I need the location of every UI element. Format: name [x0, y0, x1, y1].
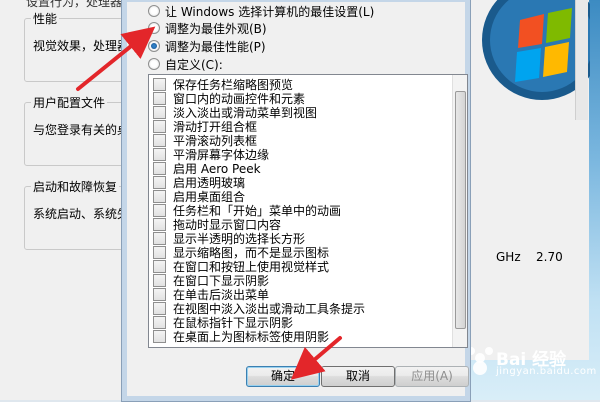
checkbox-icon[interactable]: [153, 92, 166, 105]
option-label: 在窗口和按钮上使用视觉样式: [173, 260, 330, 274]
option-label: 滑动打开组合框: [173, 120, 258, 134]
option-label: 任务栏和「开始」菜单中的动画: [173, 204, 342, 218]
system-properties-window: 设置行为，处理器 性能 视觉效果，处理器计 用户配置文件 与您登录有关的桌 启动…: [0, 0, 141, 400]
radio-best-performance[interactable]: [148, 40, 160, 52]
radio-label-let-windows-choose[interactable]: 让 Windows 选择计算机的最佳设置(L): [165, 3, 374, 20]
option-visual-styles[interactable]: 在窗口和按钮上使用视觉样式: [153, 260, 329, 274]
user-profiles-desc: 与您登录有关的桌: [33, 123, 130, 137]
radio-label-custom[interactable]: 自定义(C):: [165, 56, 223, 73]
option-taskbar-thumbnail[interactable]: 保存任务栏缩略图预览: [153, 78, 293, 92]
option-smooth-fonts[interactable]: 平滑屏幕字体边缘: [153, 148, 269, 162]
startup-desc: 系统启动、系统失: [33, 207, 130, 221]
checkbox-icon[interactable]: [153, 302, 166, 315]
option-label: 窗口内的动画控件和元素: [173, 92, 306, 106]
cpu-ghz-label: GHz: [496, 250, 521, 264]
cut-off-text: 设置行为，处理器: [26, 0, 123, 9]
checkbox-icon[interactable]: [153, 246, 166, 259]
startup-legend: 启动和故障恢复: [31, 178, 120, 195]
option-label: 平滑滚动列表框: [173, 134, 258, 148]
cpu-speed-value: 2.70: [536, 250, 563, 264]
option-label: 淡入淡出或滑动菜单到视图: [173, 106, 318, 120]
option-label: 启用透明玻璃: [173, 176, 246, 190]
checkbox-icon[interactable]: [153, 106, 166, 119]
option-icon-label-shadow[interactable]: 在桌面上为图标标签使用阴影: [153, 330, 329, 344]
checkbox-icon[interactable]: [153, 232, 166, 245]
apply-button[interactable]: 应用(A): [395, 366, 469, 387]
checkbox-icon[interactable]: [153, 204, 166, 217]
option-pointer-shadow[interactable]: 在鼠标指针下显示阴影: [153, 316, 293, 330]
option-aero-peek[interactable]: 启用 Aero Peek: [153, 162, 261, 176]
option-label: 显示缩略图，而不是显示图标: [173, 246, 330, 260]
option-taskbar-animations[interactable]: 任务栏和「开始」菜单中的动画: [153, 204, 341, 218]
option-slide-combo[interactable]: 滑动打开组合框: [153, 120, 257, 134]
option-label: 拖动时显示窗口内容: [173, 218, 282, 232]
radio-best-appearance[interactable]: [148, 22, 160, 34]
performance-desc: 视觉效果，处理器计: [33, 39, 133, 53]
radio-label-best-appearance[interactable]: 调整为最佳外观(B): [165, 20, 267, 37]
option-label: 在窗口下显示阴影: [173, 274, 270, 288]
option-show-thumbnails[interactable]: 显示缩略图，而不是显示图标: [153, 246, 329, 260]
scrollbar-thumb[interactable]: [455, 91, 466, 329]
background-scrollbar: [575, 0, 588, 120]
checkbox-icon[interactable]: [153, 330, 166, 343]
checkbox-icon[interactable]: [153, 260, 166, 273]
option-translucent-selection[interactable]: 显示半透明的选择长方形: [153, 232, 305, 246]
user-profiles-legend: 用户配置文件: [31, 94, 108, 111]
option-label: 平滑屏幕字体边缘: [173, 148, 270, 162]
checkbox-icon[interactable]: [153, 316, 166, 329]
visual-effects-list[interactable]: 保存任务栏缩略图预览 窗口内的动画控件和元素 淡入淡出或滑动菜单到视图 滑动打开…: [148, 74, 468, 348]
option-fade-tooltips[interactable]: 在视图中淡入淡出或滑动工具条提示: [153, 302, 365, 316]
checkbox-icon[interactable]: [153, 120, 166, 133]
checkbox-icon[interactable]: [153, 218, 166, 231]
performance-legend: 性能: [31, 10, 60, 27]
option-label: 在单击后淡出菜单: [173, 288, 270, 302]
checkbox-icon[interactable]: [153, 134, 166, 147]
checkbox-icon[interactable]: [153, 274, 166, 287]
option-label: 显示半透明的选择长方形: [173, 232, 306, 246]
option-window-shadows[interactable]: 在窗口下显示阴影: [153, 274, 269, 288]
checkbox-icon[interactable]: [153, 78, 166, 91]
option-label: 在鼠标指针下显示阴影: [173, 316, 294, 330]
option-fade-after-click[interactable]: 在单击后淡出菜单: [153, 288, 269, 302]
cancel-button[interactable]: 取消: [321, 366, 395, 387]
ok-button[interactable]: 确定: [246, 366, 320, 387]
checkbox-icon[interactable]: [153, 148, 166, 161]
option-drag-contents[interactable]: 拖动时显示窗口内容: [153, 218, 281, 232]
radio-label-best-performance[interactable]: 调整为最佳性能(P): [165, 38, 266, 55]
option-label: 启用 Aero Peek: [173, 162, 261, 176]
checkbox-icon[interactable]: [153, 288, 166, 301]
option-fade-menus[interactable]: 淡入淡出或滑动菜单到视图: [153, 106, 317, 120]
option-label: 在桌面上为图标标签使用阴影: [173, 330, 330, 344]
list-scrollbar[interactable]: [452, 75, 467, 347]
option-label: 在视图中淡入淡出或滑动工具条提示: [173, 302, 366, 316]
checkbox-icon[interactable]: [153, 190, 166, 203]
checkbox-icon[interactable]: [153, 176, 166, 189]
watermark-url: jingyan.baidu.com: [496, 366, 597, 377]
checkbox-icon[interactable]: [153, 162, 166, 175]
option-window-animations[interactable]: 窗口内的动画控件和元素: [153, 92, 305, 106]
option-label: 保存任务栏缩略图预览: [173, 78, 294, 92]
option-smooth-scroll[interactable]: 平滑滚动列表框: [153, 134, 257, 148]
radio-custom[interactable]: [148, 58, 160, 70]
windows-logo-icon: [482, 0, 590, 100]
option-label: 启用桌面组合: [173, 190, 246, 204]
option-desktop-composition[interactable]: 启用桌面组合: [153, 190, 245, 204]
option-transparent-glass[interactable]: 启用透明玻璃: [153, 176, 245, 190]
radio-let-windows-choose[interactable]: [148, 5, 160, 17]
